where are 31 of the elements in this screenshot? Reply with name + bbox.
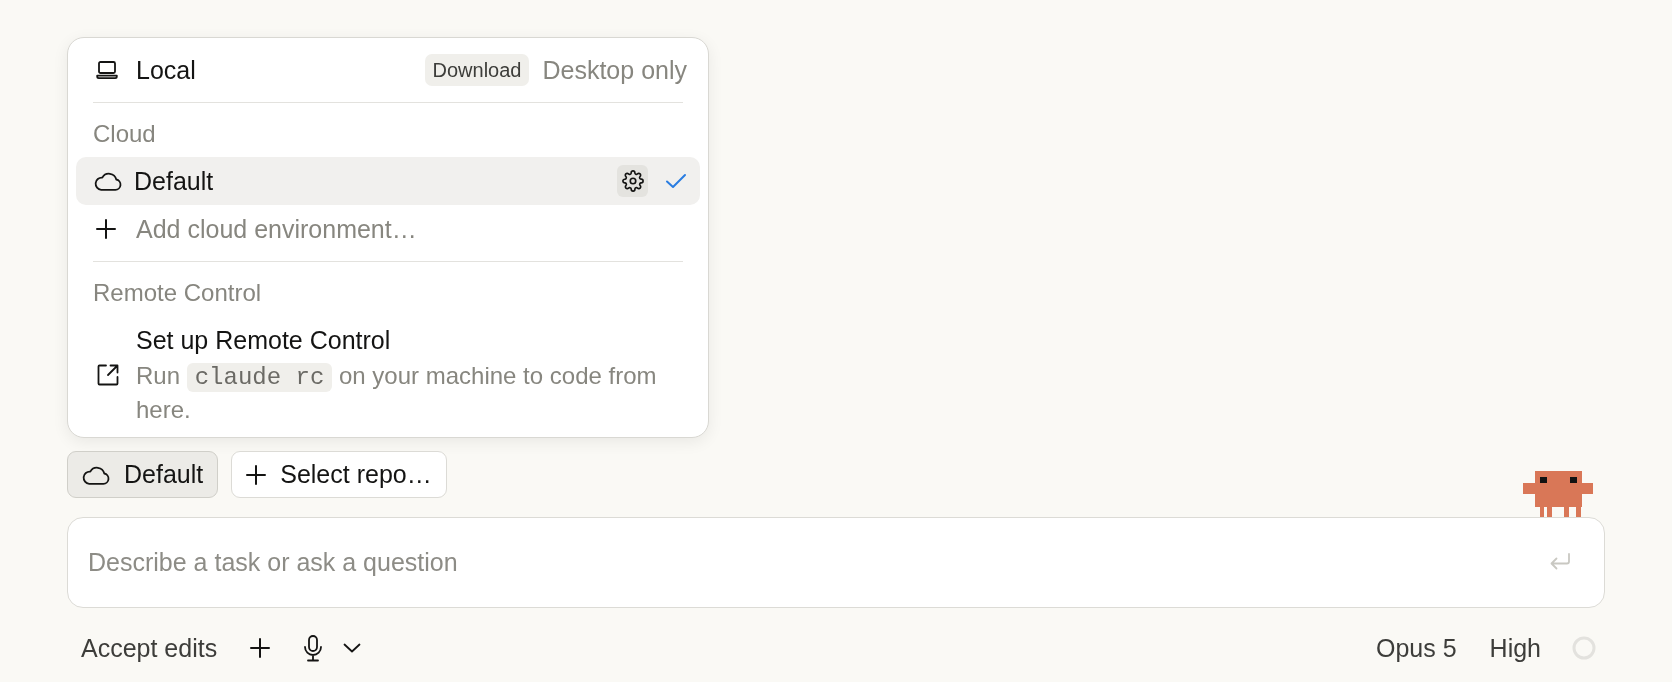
task-input[interactable]: Describe a task or ask a question [67,517,1605,608]
cloud-icon [82,464,110,485]
microphone-icon [303,634,324,662]
section-heading: Remote Control [92,278,263,308]
menu-item[interactable]: Default [76,157,700,205]
plus-icon [96,219,116,239]
section-heading: Cloud [92,119,157,149]
laptop-icon [96,61,118,79]
settings-icon [621,170,644,192]
voice-options-button[interactable] [343,643,362,653]
effort-button[interactable]: High [1489,633,1541,663]
cloud-icon [94,171,122,191]
menu-item[interactable]: Add cloud environment… [76,205,700,253]
microphone-button[interactable] [303,634,324,662]
repo-button[interactable]: Select repo… [231,451,447,498]
settings-button[interactable] [617,165,648,197]
pixel-creature-icon [1523,470,1593,517]
chevron-down-icon [343,643,362,653]
add-button[interactable] [250,638,271,658]
plus-icon [246,464,267,485]
menu-item[interactable]: Local Download Desktop only [76,46,700,94]
environment-button[interactable]: Default [67,451,219,498]
plus-icon [250,638,271,658]
model-button[interactable]: Opus 5 [1375,633,1457,663]
item-description: Run claude rc on your machine to code from here. [136,361,658,425]
check-icon [665,173,687,189]
mode-button[interactable]: Accept edits [81,633,218,663]
download-tag: Download [424,54,530,86]
menu-item[interactable]: Set up Remote Control Run claude rc on your machine to code from here. [76,316,700,429]
availability-note: Desktop only [542,55,687,85]
external-link-icon [96,362,120,387]
